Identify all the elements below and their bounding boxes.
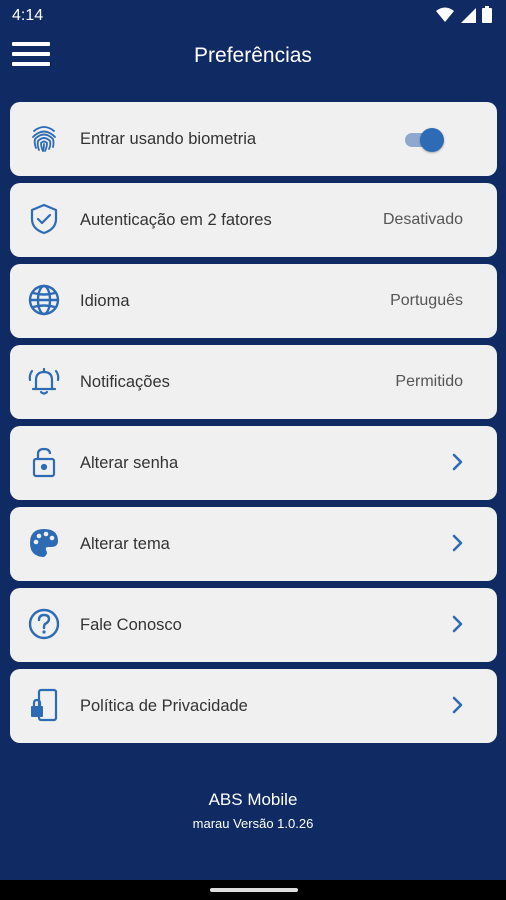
app-version: marau Versão 1.0.26 bbox=[192, 816, 314, 831]
setting-change-password[interactable]: Alterar senha bbox=[10, 426, 497, 500]
setting-language[interactable]: Idioma Português bbox=[10, 264, 497, 338]
setting-value: Desativado bbox=[382, 211, 463, 228]
shield-check-icon bbox=[30, 203, 58, 235]
setting-label: Notificações bbox=[80, 373, 170, 391]
chevron-right-icon bbox=[452, 534, 463, 552]
help-circle-icon bbox=[28, 608, 60, 640]
bell-icon bbox=[28, 367, 60, 395]
setting-change-theme[interactable]: Alterar tema bbox=[10, 507, 497, 581]
fingerprint-icon bbox=[32, 126, 56, 152]
setting-label: Entrar usando biometria bbox=[80, 130, 257, 148]
status-bar: 4:14 bbox=[0, 0, 506, 32]
setting-value: Permitido bbox=[395, 373, 463, 390]
battery-icon bbox=[482, 6, 492, 23]
home-gesture-handle[interactable] bbox=[210, 888, 298, 892]
settings-list: Entrar usando biometria Autenticação em … bbox=[10, 102, 497, 750]
setting-label: Alterar tema bbox=[80, 535, 170, 553]
chevron-right-icon bbox=[452, 453, 463, 471]
page-title: Preferências bbox=[194, 44, 312, 67]
chevron-right-icon bbox=[452, 615, 463, 633]
biometric-toggle[interactable] bbox=[405, 128, 445, 152]
globe-icon bbox=[28, 284, 60, 316]
phone-lock-icon bbox=[31, 688, 58, 722]
setting-value: Português bbox=[390, 292, 463, 309]
setting-two-factor-auth[interactable]: Autenticação em 2 fatores Desativado bbox=[10, 183, 497, 257]
system-nav-bar bbox=[0, 880, 506, 900]
setting-biometric-login[interactable]: Entrar usando biometria bbox=[10, 102, 497, 176]
lock-icon bbox=[32, 447, 56, 478]
app-name: ABS Mobile bbox=[208, 790, 298, 809]
status-time: 4:14 bbox=[12, 7, 44, 24]
wifi-icon bbox=[436, 7, 454, 22]
chevron-right-icon bbox=[452, 696, 463, 714]
status-icons bbox=[436, 6, 492, 23]
setting-notifications[interactable]: Notificações Permitido bbox=[10, 345, 497, 419]
setting-label: Alterar senha bbox=[80, 454, 179, 472]
setting-label: Idioma bbox=[80, 292, 130, 310]
setting-contact-us[interactable]: Fale Conosco bbox=[10, 588, 497, 662]
app-bar: Preferências bbox=[0, 32, 506, 80]
palette-icon bbox=[30, 529, 58, 557]
setting-privacy-policy[interactable]: Política de Privacidade bbox=[10, 669, 497, 743]
setting-label: Fale Conosco bbox=[80, 616, 182, 634]
setting-label: Política de Privacidade bbox=[80, 697, 248, 715]
signal-icon bbox=[461, 7, 476, 23]
setting-label: Autenticação em 2 fatores bbox=[80, 211, 272, 229]
